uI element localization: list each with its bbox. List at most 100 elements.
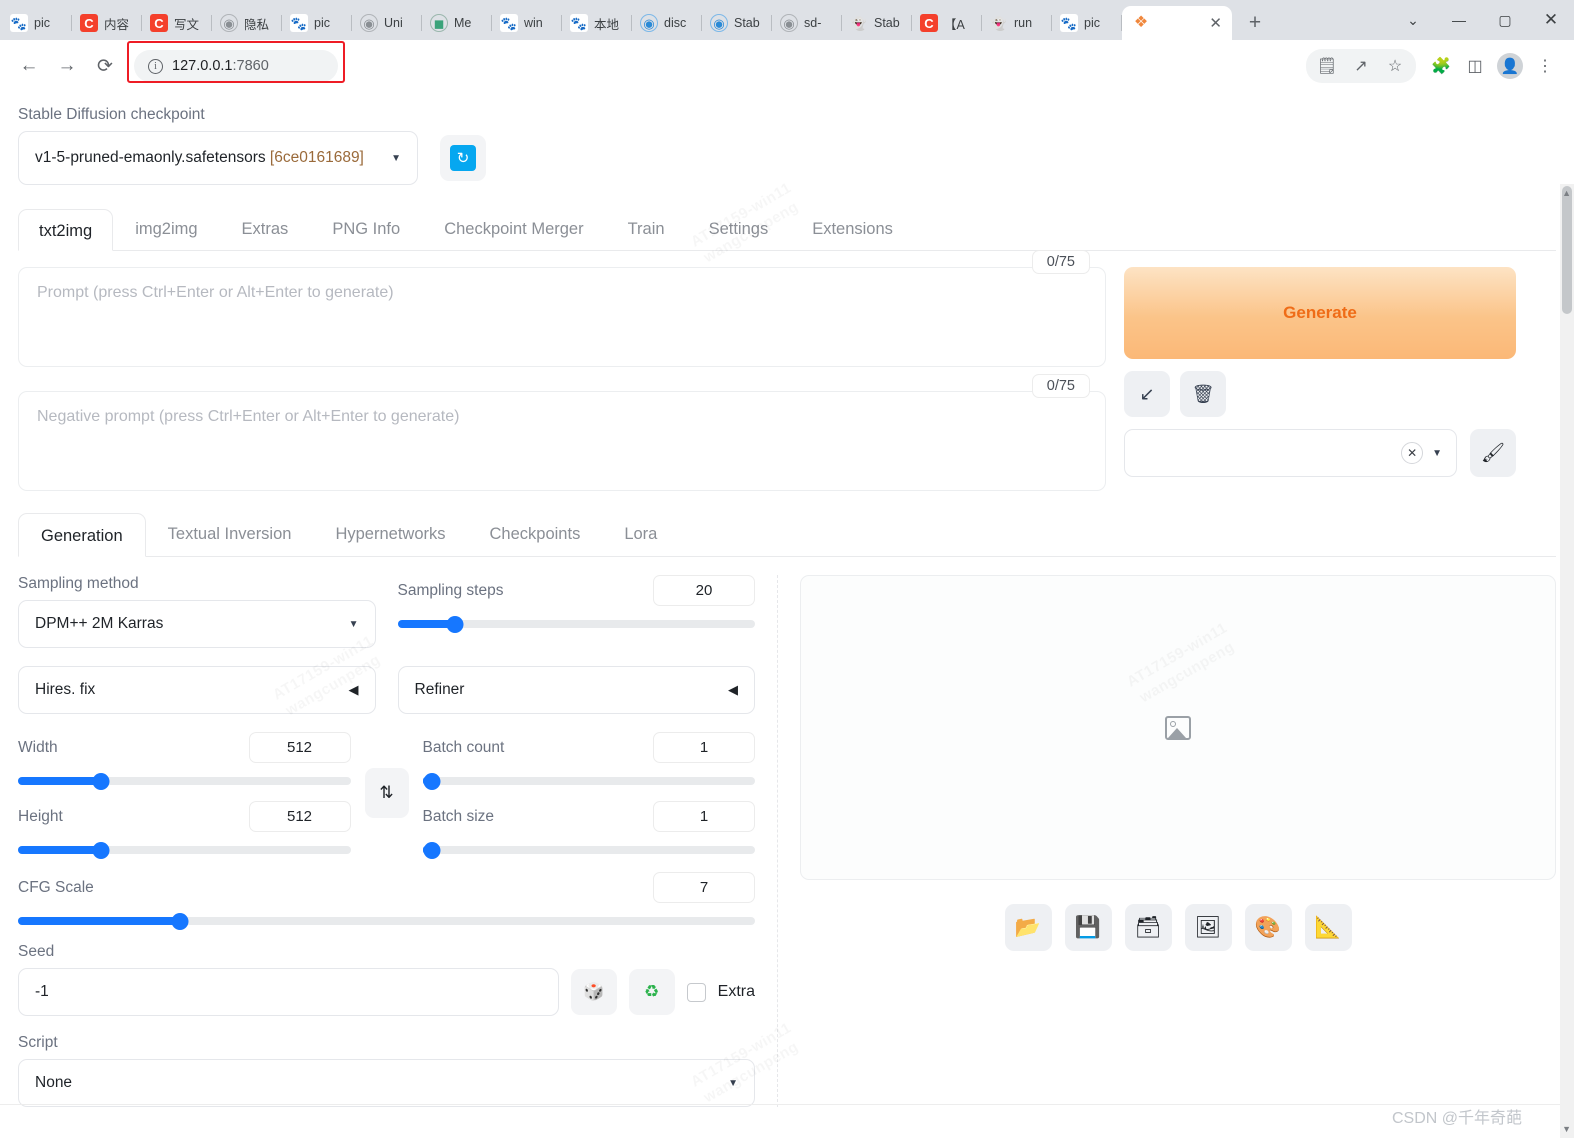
- browser-tab-8[interactable]: 🐾 本地: [562, 6, 632, 40]
- chevron-down-icon[interactable]: ▼: [391, 153, 401, 164]
- scroll-up-arrow-icon[interactable]: ▲: [1562, 188, 1571, 198]
- clear-styles-icon[interactable]: ✕: [1401, 442, 1424, 464]
- prompt-input[interactable]: Prompt (press Ctrl+Enter or Alt+Enter to…: [18, 267, 1106, 367]
- scroll-down-arrow-icon[interactable]: ▼: [1562, 1124, 1571, 1134]
- refiner-accordion[interactable]: Refiner ◀: [397, 666, 755, 714]
- accordion-arrow-icon[interactable]: ◀: [728, 682, 738, 698]
- slider-knob[interactable]: [171, 913, 189, 930]
- browser-tab-9[interactable]: ◉ disc: [632, 6, 702, 40]
- styles-dropdown[interactable]: ✕ ▼: [1124, 429, 1457, 477]
- accordion-arrow-icon[interactable]: ◀: [349, 682, 359, 698]
- bookmark-star-icon[interactable]: ☆: [1378, 49, 1412, 83]
- page-scrollbar[interactable]: [1560, 184, 1574, 1138]
- profile-avatar[interactable]: 👤: [1497, 53, 1523, 79]
- browser-tab-14[interactable]: 👻 run: [982, 6, 1052, 40]
- tab-settings[interactable]: Settings: [687, 208, 791, 250]
- slider-knob[interactable]: [446, 616, 464, 633]
- slider-knob[interactable]: [92, 842, 110, 859]
- maximize-button[interactable]: ▢: [1482, 0, 1528, 40]
- browser-tab-5[interactable]: ◉ Uni: [352, 6, 422, 40]
- browser-tab-7[interactable]: 🐾 win: [492, 6, 562, 40]
- extra-seed-checkbox[interactable]: [686, 982, 706, 1002]
- chevron-down-icon[interactable]: ▼: [728, 1078, 738, 1089]
- extensions-puzzle-icon[interactable]: 🧩: [1424, 49, 1458, 83]
- browser-tab-15[interactable]: 🐾 pic: [1052, 6, 1122, 40]
- generate-button[interactable]: Generate: [1124, 267, 1516, 359]
- batch-size-slider[interactable]: [422, 842, 755, 859]
- subtab-generation[interactable]: Generation: [18, 513, 146, 557]
- tab-img2img[interactable]: img2img: [113, 208, 219, 250]
- apply-style-icon[interactable]: 🖌: [1470, 429, 1516, 477]
- slider-knob[interactable]: [423, 773, 441, 790]
- send-to-inpaint-icon[interactable]: 🎨: [1244, 904, 1292, 951]
- cfg-scale-value[interactable]: 7: [653, 872, 755, 903]
- forward-button[interactable]: →: [50, 49, 84, 83]
- tab-png-info[interactable]: PNG Info: [310, 208, 422, 250]
- translate-icon[interactable]: 🗒: [1310, 49, 1344, 83]
- tab-search-chevron-icon[interactable]: ⌄: [1390, 0, 1436, 40]
- browser-tab-1[interactable]: C 内容: [72, 6, 142, 40]
- negative-prompt-input[interactable]: Negative prompt (press Ctrl+Enter or Alt…: [18, 391, 1106, 491]
- tab-txt2img[interactable]: txt2img: [18, 209, 114, 251]
- refresh-checkpoints-button[interactable]: ↻: [440, 135, 486, 181]
- subtab-hypernetworks[interactable]: Hypernetworks: [313, 512, 467, 556]
- batch-count-value[interactable]: 1: [653, 732, 755, 763]
- address-bar[interactable]: i 127.0.0.1:7860: [134, 50, 338, 82]
- slider-knob[interactable]: [92, 773, 110, 790]
- sampling-steps-slider[interactable]: [397, 616, 755, 633]
- tab-extensions[interactable]: Extensions: [790, 208, 915, 250]
- batch-count-slider[interactable]: [422, 773, 755, 790]
- height-value[interactable]: 512: [248, 801, 351, 832]
- height-slider[interactable]: [18, 842, 351, 859]
- hires-fix-accordion[interactable]: Hires. fix ◀: [18, 666, 376, 714]
- recycle-icon[interactable]: ♻: [628, 969, 675, 1015]
- chevron-down-icon[interactable]: ▼: [349, 619, 359, 630]
- close-window-button[interactable]: ✕: [1528, 0, 1574, 40]
- open-folder-icon[interactable]: 📂: [1004, 904, 1052, 951]
- side-panel-icon[interactable]: ◫: [1458, 49, 1492, 83]
- browser-tab-13[interactable]: C 【A: [912, 6, 982, 40]
- tab-train[interactable]: Train: [606, 208, 687, 250]
- browser-tab-10[interactable]: ◉ Stab: [702, 6, 772, 40]
- subtab-textual-inversion[interactable]: Textual Inversion: [146, 512, 314, 556]
- site-info-icon[interactable]: i: [148, 58, 163, 74]
- chevron-down-icon[interactable]: ▼: [1432, 448, 1442, 459]
- seed-input[interactable]: -1: [18, 968, 559, 1016]
- back-button[interactable]: ←: [12, 49, 46, 83]
- close-tab-button[interactable]: ✕: [1209, 14, 1222, 32]
- dice-icon[interactable]: 🎲: [570, 969, 617, 1015]
- script-dropdown[interactable]: None ▼: [18, 1059, 755, 1107]
- share-icon[interactable]: ↗: [1344, 49, 1378, 83]
- new-tab-button[interactable]: +: [1238, 6, 1272, 40]
- browser-tab-2[interactable]: C 写文: [142, 6, 212, 40]
- width-value[interactable]: 512: [248, 732, 351, 763]
- sampling-steps-value[interactable]: 20: [653, 575, 755, 606]
- browser-tab-6[interactable]: ◼ Me: [422, 6, 492, 40]
- read-generation-parameters-icon[interactable]: ↙: [1124, 371, 1170, 417]
- subtab-checkpoints[interactable]: Checkpoints: [468, 512, 603, 556]
- checkpoint-dropdown[interactable]: v1-5-pruned-emaonly.safetensors [6ce0161…: [18, 131, 418, 185]
- browser-tab-0[interactable]: 🐾 pic: [2, 6, 72, 40]
- tab-checkpoint-merger[interactable]: Checkpoint Merger: [422, 208, 605, 250]
- browser-tab-11[interactable]: ◉ sd-: [772, 6, 842, 40]
- send-to-img2img-icon[interactable]: 🖼: [1184, 904, 1232, 951]
- cfg-scale-slider[interactable]: [18, 913, 755, 930]
- slider-knob[interactable]: [423, 842, 441, 859]
- active-browser-tab[interactable]: ❖ ✕: [1122, 6, 1232, 40]
- save-icon[interactable]: 💾: [1064, 904, 1112, 951]
- save-zip-icon[interactable]: 🗃: [1124, 904, 1172, 951]
- browser-tab-3[interactable]: ◉ 隐私: [212, 6, 282, 40]
- width-slider[interactable]: [18, 773, 351, 790]
- subtab-lora[interactable]: Lora: [602, 512, 679, 556]
- scrollbar-thumb[interactable]: [1562, 186, 1572, 314]
- swap-dimensions-icon[interactable]: ⇅: [364, 768, 409, 818]
- browser-tab-12[interactable]: 👻 Stab: [842, 6, 912, 40]
- sampling-method-dropdown[interactable]: DPM++ 2M Karras ▼: [18, 600, 376, 648]
- image-preview-area[interactable]: [800, 575, 1556, 880]
- tab-extras[interactable]: Extras: [220, 208, 311, 250]
- browser-tab-4[interactable]: 🐾 pic: [282, 6, 352, 40]
- reload-button[interactable]: ⟳: [88, 49, 122, 83]
- send-to-extras-icon[interactable]: 📐: [1304, 904, 1352, 951]
- batch-size-value[interactable]: 1: [653, 801, 755, 832]
- minimize-button[interactable]: —: [1436, 0, 1482, 40]
